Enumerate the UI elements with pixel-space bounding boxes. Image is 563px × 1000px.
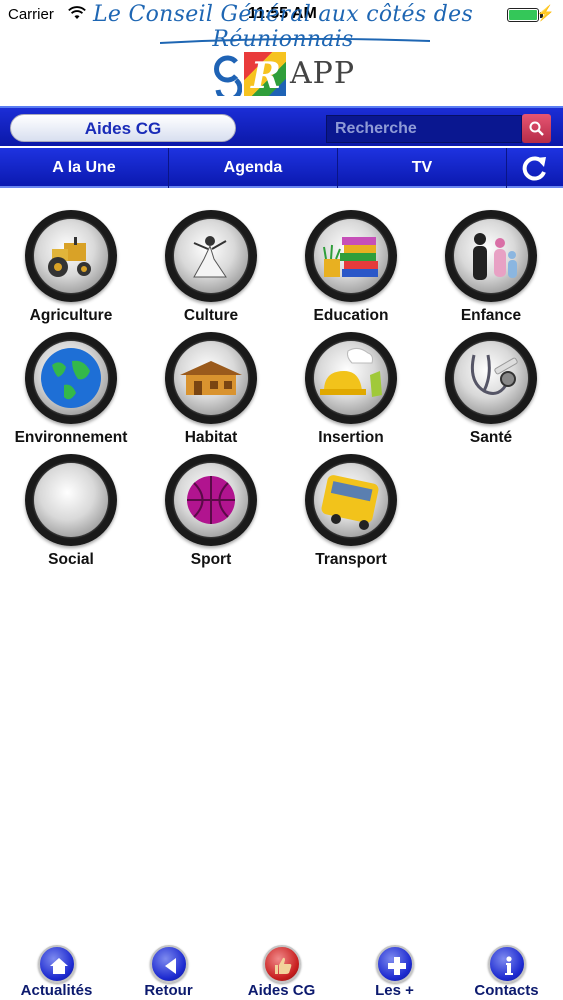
bottom-item-label: Retour [144, 982, 193, 999]
category-agriculture[interactable]: Agriculture [1, 210, 141, 330]
work-helmet-icon [305, 332, 397, 424]
category-label: Social [48, 551, 94, 568]
cg-logo-icon [214, 55, 242, 96]
battery-icon [507, 8, 539, 22]
category-habitat[interactable]: Habitat [141, 332, 281, 452]
category-transport[interactable]: Transport [281, 454, 421, 574]
search-input[interactable]: Recherche [326, 115, 522, 143]
category-education[interactable]: Education [281, 210, 421, 330]
category-environnement[interactable]: Environnement [1, 332, 141, 452]
bottom-item-label: Les + [375, 982, 414, 999]
charging-icon: ⚡ [536, 5, 555, 22]
info-icon [488, 945, 526, 983]
category-label: Transport [315, 551, 387, 568]
category-sport[interactable]: Sport [141, 454, 281, 574]
tab-tv[interactable]: TV [338, 148, 507, 188]
category-label: Environnement [14, 429, 128, 446]
search-button[interactable] [522, 114, 551, 143]
section-pill[interactable]: Aides CG [10, 114, 236, 142]
refresh-icon [522, 156, 546, 181]
home-icon [38, 945, 76, 983]
dancer-icon [165, 210, 257, 302]
social-icon [25, 454, 117, 546]
category-culture[interactable]: Culture [141, 210, 281, 330]
category-enfance[interactable]: Enfance [421, 210, 561, 330]
plus-icon [376, 945, 414, 983]
category-label: Culture [183, 307, 239, 324]
category-label: Education [313, 307, 389, 324]
bus-icon [305, 454, 397, 546]
category-label: Agriculture [29, 307, 113, 324]
logo-r-mark: R [244, 52, 286, 97]
bottom-item-label: Actualités [20, 982, 93, 999]
app-logo: R APP [212, 52, 362, 102]
top-bar: Aides CG Recherche [0, 106, 563, 146]
books-icon [305, 210, 397, 302]
category-label: Sport [190, 551, 232, 568]
family-icon [445, 210, 537, 302]
category-label: Santé [469, 429, 513, 446]
globe-icon [25, 332, 117, 424]
bottom-item-actualites[interactable]: Actualités [0, 940, 113, 1000]
category-sante[interactable]: Santé [421, 332, 561, 452]
category-label: Habitat [184, 429, 238, 446]
thumbs-up-icon [263, 945, 301, 983]
tractor-icon [25, 210, 117, 302]
category-social[interactable]: Social [1, 454, 141, 574]
ball-icon [165, 454, 257, 546]
house-icon [165, 332, 257, 424]
logo-letter: R [251, 55, 281, 97]
bottom-item-contacts[interactable]: Contacts [450, 940, 563, 1000]
bottom-item-les-plus[interactable]: Les + [338, 940, 451, 1000]
bottom-item-retour[interactable]: Retour [112, 940, 225, 1000]
banner-swoosh [160, 38, 430, 44]
refresh-button[interactable] [507, 148, 563, 188]
category-label: Enfance [460, 307, 522, 324]
category-label: Insertion [318, 429, 384, 446]
logo-text: APP [290, 56, 356, 91]
bottom-item-label: Contacts [474, 982, 539, 999]
nav-bar: A la Une Agenda TV [0, 148, 563, 188]
stethoscope-icon [445, 332, 537, 424]
tab-agenda[interactable]: Agenda [169, 148, 338, 188]
carrier-label: Carrier [8, 6, 54, 23]
bottom-item-label: Aides CG [247, 982, 316, 999]
search-icon [529, 121, 544, 136]
tab-a-la-une[interactable]: A la Une [0, 148, 169, 188]
category-insertion[interactable]: Insertion [281, 332, 421, 452]
bottom-item-aides-cg[interactable]: Aides CG [225, 940, 338, 1000]
banner-title: Le Conseil Général aux côtés des Réunion… [92, 2, 474, 52]
bottom-tab-bar: Actualités Retour Aides CG Les + Contact… [0, 940, 563, 1000]
back-arrow-icon [150, 945, 188, 983]
